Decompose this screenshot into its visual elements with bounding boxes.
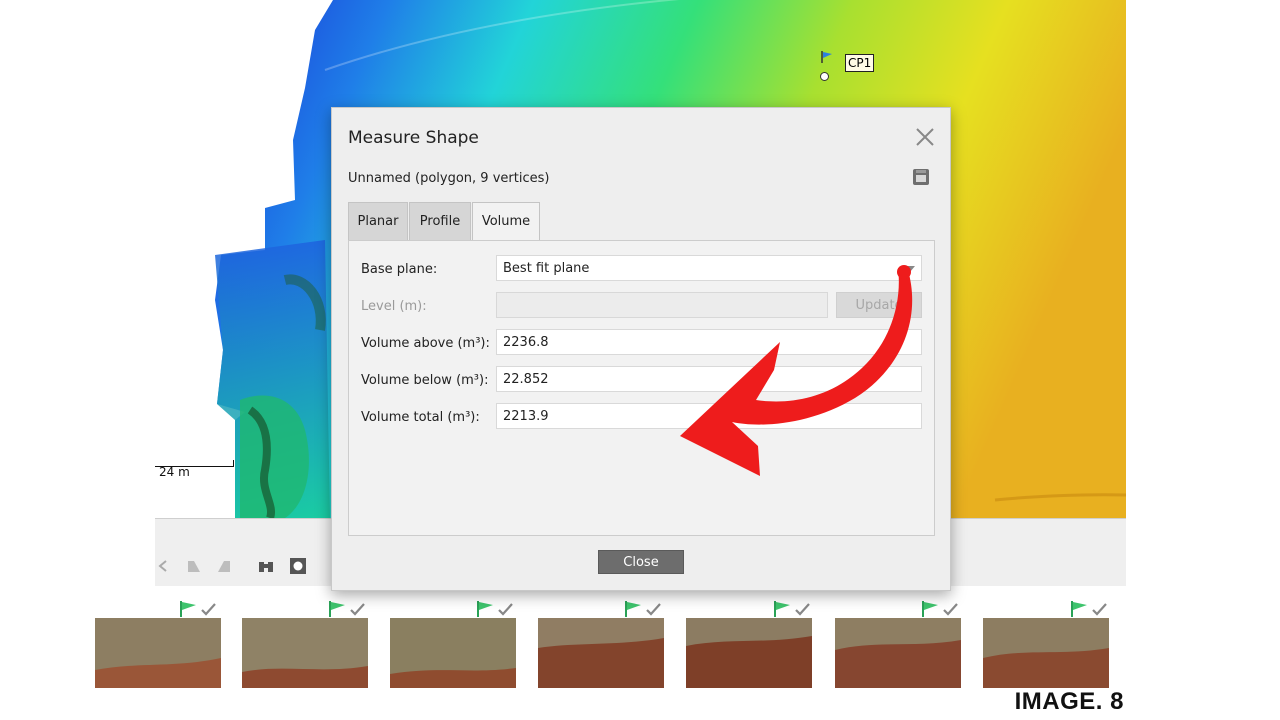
tab-volume[interactable]: Volume [472,202,540,242]
dialog-title: Measure Shape [348,128,479,148]
photo-thumbnail[interactable] [983,618,1109,688]
red-arrow-annotation [680,265,913,476]
rotate-right-icon[interactable] [215,557,233,575]
photo-thumbnail[interactable] [686,618,812,688]
flag-icon [329,601,365,617]
control-point-label: CP1 [845,54,875,72]
photo-thumbnail[interactable] [390,618,516,688]
base-plane-value: Best fit plane [503,261,590,276]
volume-total-label: Volume total (m³): [361,410,480,425]
binoculars-icon[interactable] [257,557,275,575]
flag-icon [821,51,832,63]
flag-icon [774,601,810,617]
close-button[interactable]: Close [598,550,684,574]
scale-label: 24 m [159,465,190,479]
scale-bar: 24 m [155,456,235,480]
image-caption: IMAGE. 8 [1014,688,1124,715]
control-point-marker[interactable]: CP1 [820,50,880,84]
save-icon[interactable] [912,168,930,186]
chevron-left-icon[interactable] [155,557,173,575]
volume-below-label: Volume below (m³): [361,373,489,388]
flag-icon [477,601,513,617]
tab-planar[interactable]: Planar [348,202,408,241]
flag-icon [625,601,661,617]
base-plane-label: Base plane: [361,262,438,277]
flag-icon [1071,601,1107,617]
volume-above-label: Volume above (m³): [361,336,490,351]
close-icon[interactable] [914,126,936,148]
shape-description: Unnamed (polygon, 9 vertices) [348,171,550,186]
photo-thumbnail[interactable] [835,618,961,688]
rotate-left-icon[interactable] [185,557,203,575]
photo-thumbnail[interactable] [538,618,664,688]
flag-icon [922,601,958,617]
photo-thumbnail[interactable] [95,618,221,688]
level-label: Level (m): [361,299,427,314]
tab-profile[interactable]: Profile [409,202,471,241]
photo-thumbnail[interactable] [242,618,368,688]
flag-icon [180,601,216,617]
point-dot [820,72,829,81]
mask-icon[interactable] [289,557,307,575]
